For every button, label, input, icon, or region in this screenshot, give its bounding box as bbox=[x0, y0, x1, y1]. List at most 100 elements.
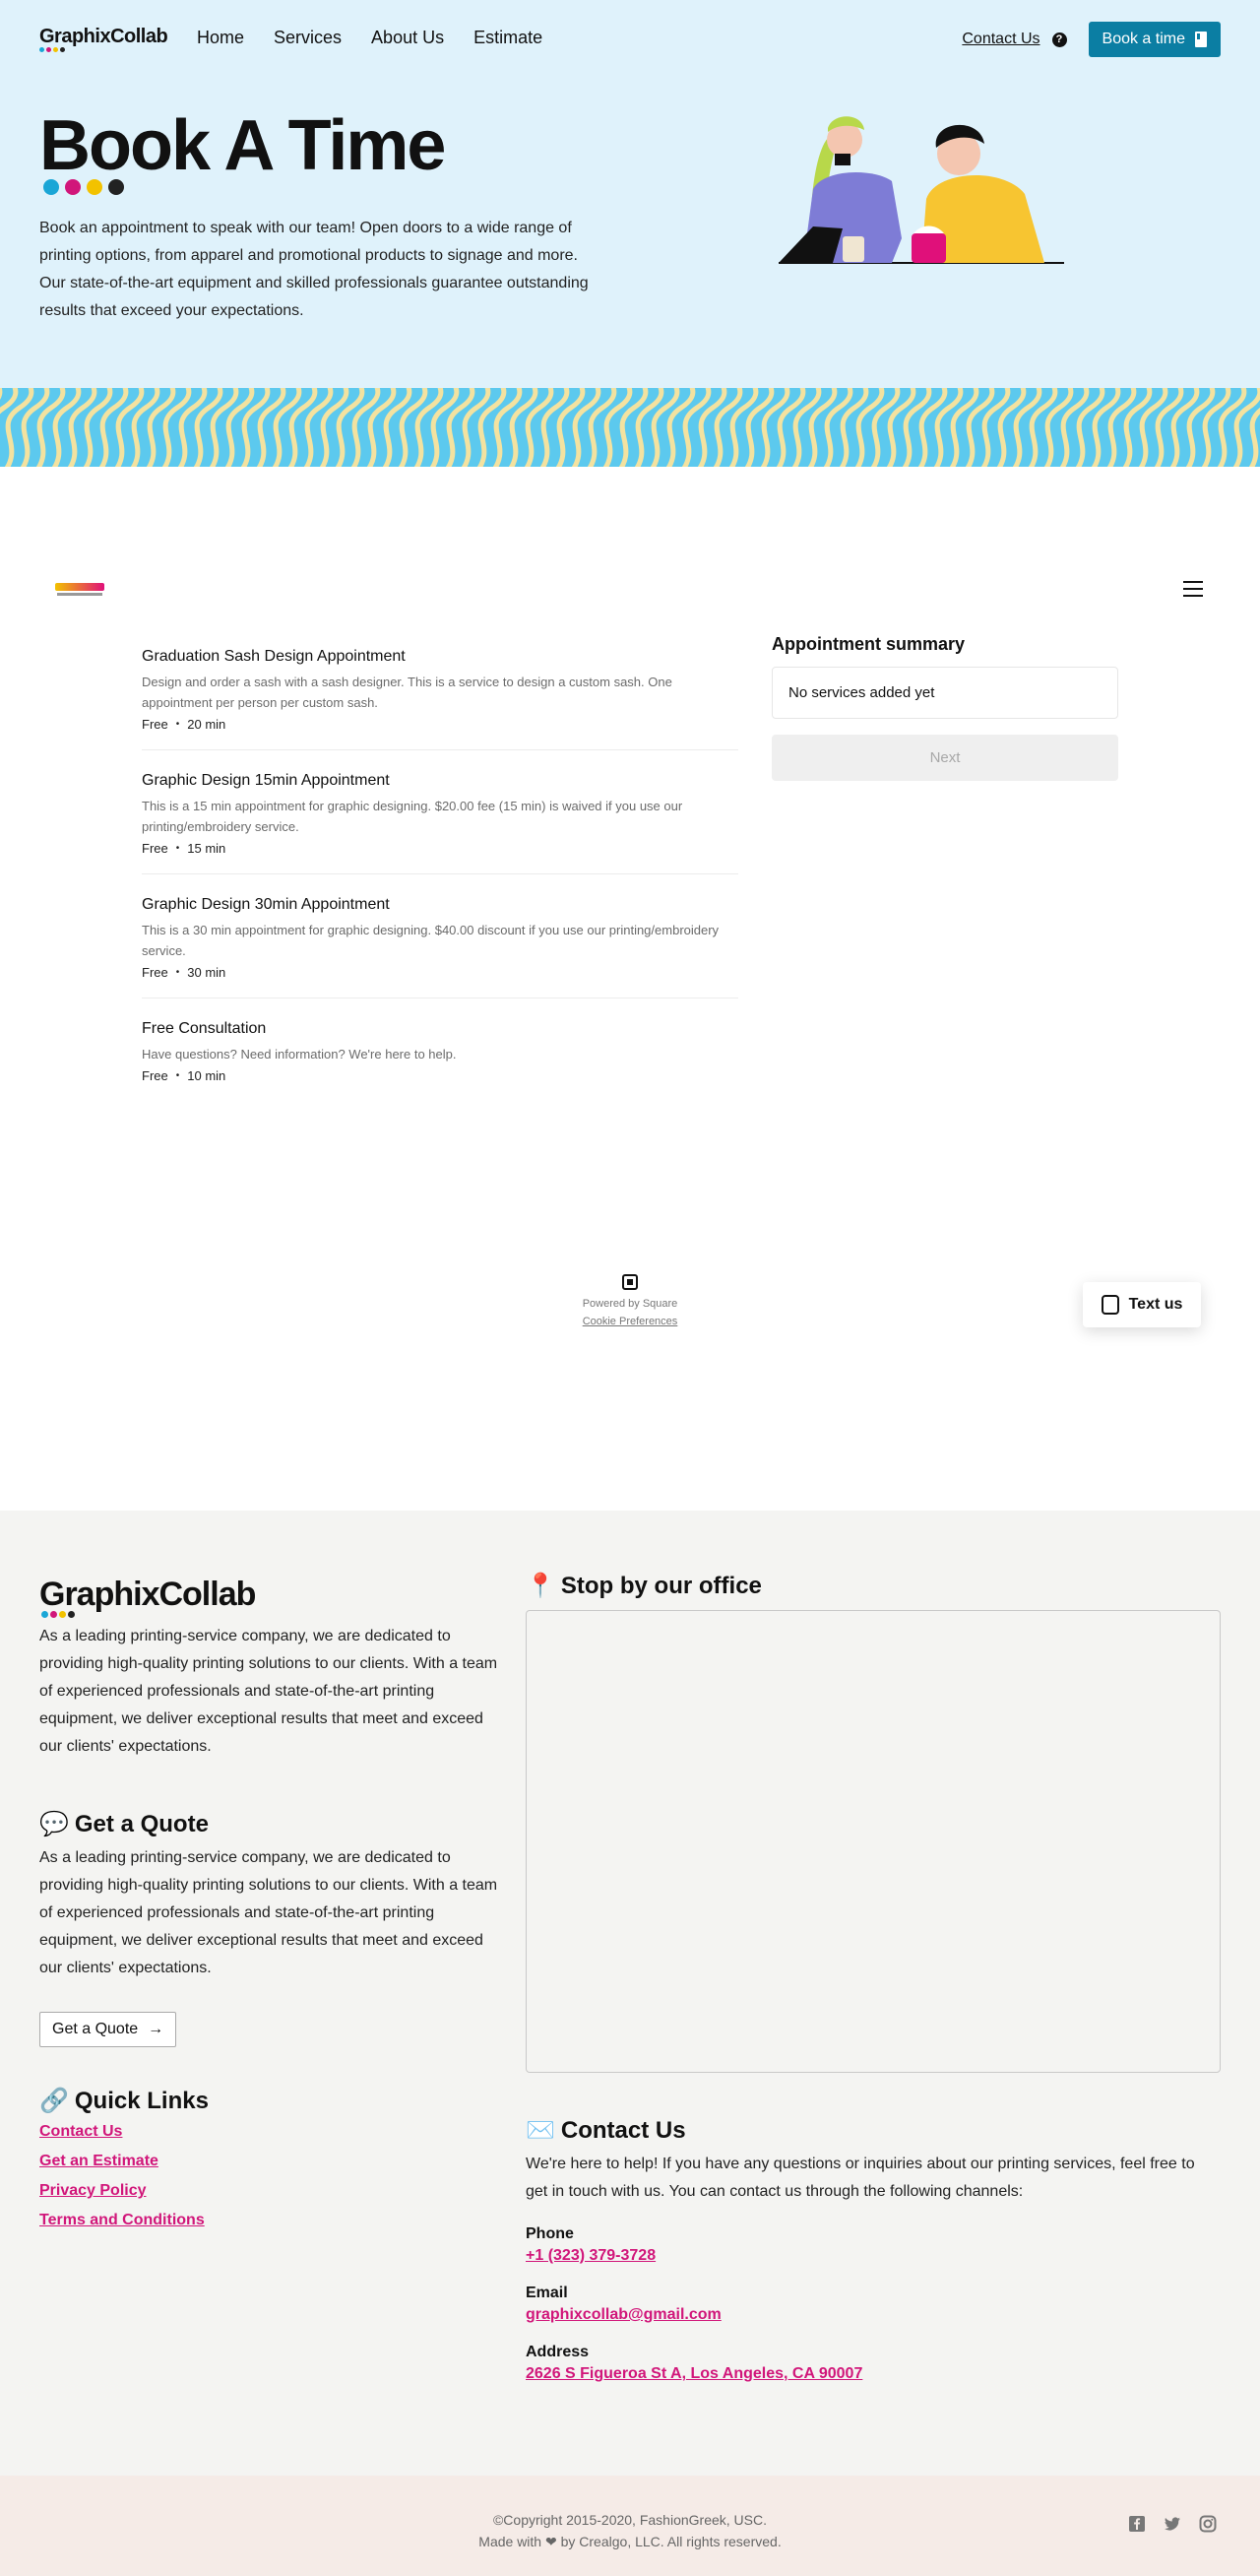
facebook-icon[interactable] bbox=[1128, 2515, 1146, 2533]
text-us-label: Text us bbox=[1128, 1296, 1183, 1313]
merchant-logo bbox=[55, 581, 104, 611]
phone-link[interactable]: +1 (323) 379-3728 bbox=[526, 2247, 1221, 2265]
service-price: Free bbox=[142, 841, 168, 856]
hamburger-menu-icon[interactable] bbox=[1183, 581, 1203, 597]
service-title: Graduation Sash Design Appointment bbox=[142, 648, 406, 665]
nav-link-services[interactable]: Services bbox=[274, 28, 342, 48]
nav-link-about[interactable]: About Us bbox=[371, 28, 444, 48]
nav-link-estimate[interactable]: Estimate bbox=[473, 28, 542, 48]
next-button[interactable]: Next bbox=[772, 735, 1118, 781]
appointment-summary: Appointment summary No services added ye… bbox=[772, 634, 1118, 781]
twitter-icon[interactable] bbox=[1164, 2515, 1181, 2533]
hero-section: GraphixCollab Home Services About Us Est… bbox=[0, 0, 1260, 388]
quote-button-label: Get a Quote bbox=[52, 2021, 139, 2037]
logo-dots bbox=[39, 47, 65, 52]
quick-links: Contact Us Get an Estimate Privacy Polic… bbox=[39, 2123, 502, 2229]
text-us-button[interactable]: Text us bbox=[1083, 1282, 1201, 1327]
service-title: Graphic Design 30min Appointment bbox=[142, 896, 390, 913]
service-duration: 30 min bbox=[187, 965, 226, 980]
speech-bubble-icon: 💬 bbox=[39, 1811, 69, 1837]
service-item-design-15[interactable]: Graphic Design 15min Appointment This is… bbox=[142, 772, 738, 874]
service-duration: 20 min bbox=[187, 717, 226, 732]
office-map[interactable] bbox=[526, 1610, 1221, 2073]
hero-description: Book an appointment to speak with our te… bbox=[39, 220, 589, 319]
service-description: This is a 15 min appointment for graphic… bbox=[142, 799, 683, 834]
service-description: Design and order a sash with a sash desi… bbox=[142, 675, 672, 710]
site-logo[interactable]: GraphixCollab bbox=[39, 22, 177, 57]
footer-about: As a leading printing-service company, w… bbox=[39, 1628, 498, 1755]
logo-text: GraphixCollab bbox=[39, 26, 168, 47]
quick-links-heading: 🔗 Quick Links bbox=[39, 2087, 209, 2115]
service-meta: Free • 30 min bbox=[142, 965, 226, 980]
service-price: Free bbox=[142, 965, 168, 980]
nav-link-home[interactable]: Home bbox=[197, 28, 244, 48]
service-price: Free bbox=[142, 1068, 168, 1083]
summary-title: Appointment summary bbox=[772, 634, 966, 654]
nav-contact-link[interactable]: Contact Us bbox=[962, 31, 1040, 48]
service-price: Free bbox=[142, 717, 168, 732]
quick-link-contact[interactable]: Contact Us bbox=[39, 2123, 502, 2141]
quote-text: As a leading printing-service company, w… bbox=[39, 1849, 498, 1976]
arrow-right-icon: → bbox=[148, 2021, 164, 2037]
quick-link-privacy[interactable]: Privacy Policy bbox=[39, 2182, 502, 2200]
link-icon: 🔗 bbox=[39, 2088, 69, 2114]
footer-logo-dots bbox=[41, 1611, 75, 1618]
nav-right: Contact Us ? Book a time bbox=[962, 22, 1221, 57]
service-title: Free Consultation bbox=[142, 1020, 267, 1037]
service-title: Graphic Design 15min Appointment bbox=[142, 772, 390, 789]
contact-text: We're here to help! If you have any ques… bbox=[526, 2156, 1195, 2200]
nav-links: Home Services About Us Estimate bbox=[197, 28, 542, 48]
service-item-consultation[interactable]: Free Consultation Have questions? Need i… bbox=[142, 1020, 738, 1101]
email-link[interactable]: graphixcollab@gmail.com bbox=[526, 2306, 1221, 2324]
footer-logo[interactable]: GraphixCollab bbox=[39, 1576, 502, 1618]
service-item-design-30[interactable]: Graphic Design 30min Appointment This is… bbox=[142, 896, 738, 998]
service-duration: 15 min bbox=[187, 841, 226, 856]
heart-icon: ❤ bbox=[544, 2534, 557, 2549]
phone-chat-icon bbox=[1101, 1295, 1119, 1315]
footer: GraphixCollab As a leading printing-serv… bbox=[0, 1511, 1260, 2476]
wave-pattern bbox=[0, 388, 1260, 467]
phone-label: Phone bbox=[526, 2225, 574, 2242]
bookmark-icon bbox=[1195, 32, 1207, 47]
service-duration: 10 min bbox=[187, 1068, 226, 1083]
get-quote-button[interactable]: Get a Quote → bbox=[39, 2012, 177, 2047]
help-icon[interactable]: ? bbox=[1051, 32, 1067, 47]
footer-left: GraphixCollab As a leading printing-serv… bbox=[39, 1576, 502, 2241]
copyright-text: ©Copyright 2015-2020, FashionGreek, USC. bbox=[492, 2512, 767, 2528]
booking-widget: Graduation Sash Design Appointment Desig… bbox=[0, 467, 1260, 1511]
quote-heading: 💬 Get a Quote bbox=[39, 1810, 209, 1838]
page-title: Book A Time bbox=[39, 106, 446, 185]
contact-heading: ✉️ Contact Us bbox=[526, 2116, 686, 2145]
service-meta: Free • 10 min bbox=[142, 1068, 226, 1083]
top-nav: GraphixCollab Home Services About Us Est… bbox=[39, 22, 1221, 57]
address-label: Address bbox=[526, 2344, 590, 2360]
square-logo-icon bbox=[622, 1274, 638, 1290]
hero-dots bbox=[43, 179, 124, 195]
service-meta: Free • 15 min bbox=[142, 841, 226, 856]
powered-by: Powered by Square Cookie Preferences bbox=[532, 1274, 728, 1329]
pin-icon: 📍 bbox=[526, 1573, 555, 1599]
book-button-label: Book a time bbox=[1102, 31, 1185, 47]
service-list: Graduation Sash Design Appointment Desig… bbox=[142, 648, 738, 1123]
powered-by-text: Powered by Square bbox=[582, 1298, 678, 1310]
cookie-preferences-link[interactable]: Cookie Preferences bbox=[583, 1316, 678, 1327]
made-with-line: Made with ❤ by Crealgo, LLC. All rights … bbox=[478, 2534, 782, 2549]
book-a-time-button[interactable]: Book a time bbox=[1088, 22, 1221, 57]
service-description: This is a 30 min appointment for graphic… bbox=[142, 923, 720, 958]
office-heading: 📍 Stop by our office bbox=[526, 1572, 762, 1600]
footer-right: 📍 Stop by our office ✉️ Contact Us We're… bbox=[526, 1572, 1221, 2383]
service-item-sash[interactable]: Graduation Sash Design Appointment Desig… bbox=[142, 648, 738, 750]
email-label: Email bbox=[526, 2285, 568, 2301]
summary-empty-state: No services added yet bbox=[772, 667, 1118, 719]
service-description: Have questions? Need information? We're … bbox=[142, 1047, 457, 1062]
quick-link-terms[interactable]: Terms and Conditions bbox=[39, 2212, 502, 2229]
instagram-icon[interactable] bbox=[1199, 2515, 1217, 2533]
copyright: ©Copyright 2015-2020, FashionGreek, USC.… bbox=[0, 2509, 1260, 2552]
bottom-bar: ©Copyright 2015-2020, FashionGreek, USC.… bbox=[0, 2476, 1260, 2576]
address-link[interactable]: 2626 S Figueroa St A, Los Angeles, CA 90… bbox=[526, 2365, 1221, 2383]
service-meta: Free • 20 min bbox=[142, 717, 226, 732]
envelope-icon: ✉️ bbox=[526, 2117, 555, 2144]
social-links bbox=[1128, 2515, 1217, 2533]
quick-link-estimate[interactable]: Get an Estimate bbox=[39, 2153, 502, 2170]
footer-logo-text: GraphixCollab bbox=[39, 1576, 256, 1613]
